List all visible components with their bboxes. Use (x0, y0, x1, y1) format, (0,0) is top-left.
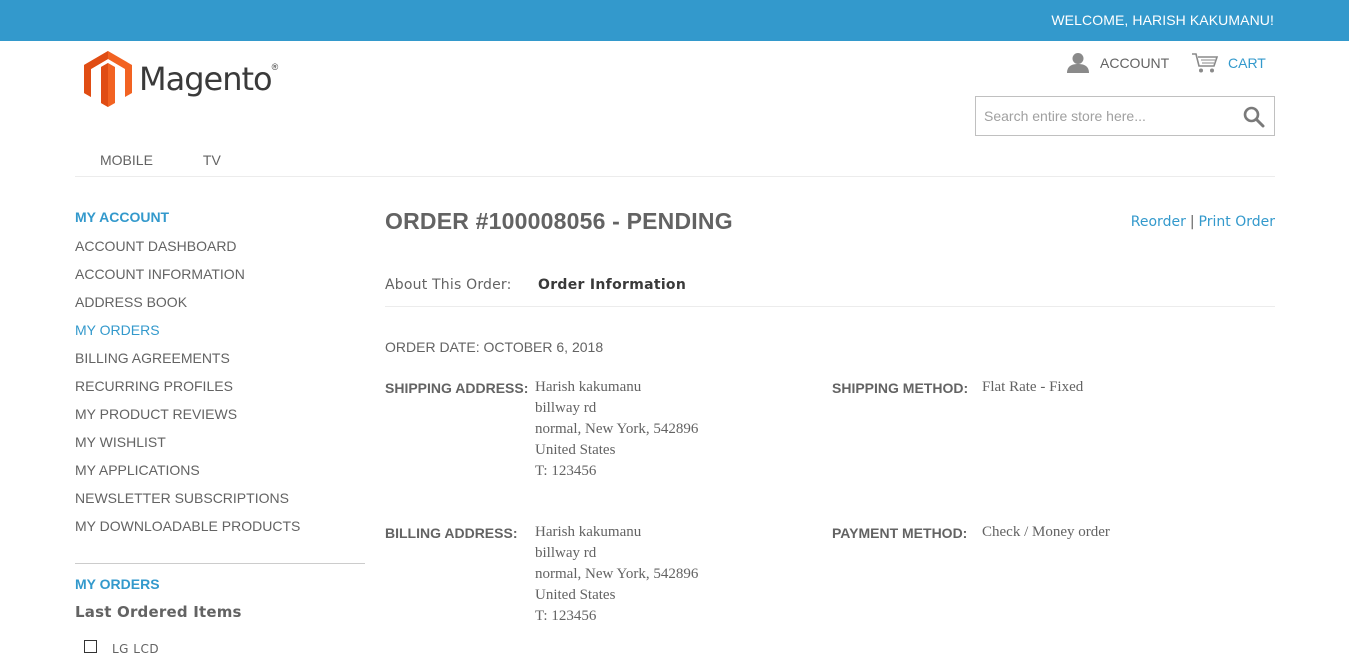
search-icon (1243, 106, 1265, 128)
sidebar-item-billing-agreements[interactable]: BILLING AGREEMENTS (75, 349, 365, 377)
sidebar-list: ACCOUNT DASHBOARD ACCOUNT INFORMATION AD… (75, 237, 365, 545)
nav-item-tv[interactable]: TV (178, 152, 246, 168)
last-ordered-item-name[interactable]: LG LCD (112, 642, 159, 654)
last-ordered-title: Last Ordered Items (75, 603, 242, 621)
magento-logo-icon (84, 51, 132, 107)
cart-label: CART (1228, 55, 1266, 71)
search-button[interactable] (1242, 105, 1266, 129)
billing-address-line: T: 123456 (535, 608, 597, 624)
search-input[interactable] (976, 97, 1236, 135)
billing-address-line: Harish kakumanu (535, 524, 642, 540)
billing-address: Harish kakumanu billway rd normal, New Y… (535, 522, 698, 627)
tab-divider (385, 306, 1275, 307)
order-date: ORDER DATE: OCTOBER 6, 2018 (385, 339, 604, 355)
sidebar-item-my-applications[interactable]: MY APPLICATIONS (75, 461, 365, 489)
order-actions: Reorder | Print Order (1131, 214, 1275, 230)
billing-address-line: normal, New York, 542896 (535, 566, 699, 582)
brand-name: Magento (139, 60, 273, 98)
shipping-address-line: United States (535, 442, 616, 458)
shipping-address: Harish kakumanu billway rd normal, New Y… (535, 377, 698, 482)
shipping-address-line: T: 123456 (535, 463, 597, 479)
user-icon (1067, 53, 1089, 73)
account-label: ACCOUNT (1100, 55, 1170, 71)
billing-address-line: billway rd (535, 545, 597, 561)
shipping-method-value: Flat Rate - Fixed (982, 379, 1084, 395)
tab-order-information[interactable]: Order Information (538, 277, 686, 293)
last-ordered-item-checkbox[interactable] (84, 640, 97, 653)
sidebar-item-newsletter-subscriptions[interactable]: NEWSLETTER SUBSCRIPTIONS (75, 489, 365, 517)
top-bar: WELCOME, HARISH KAKUMANU! (0, 0, 1349, 41)
page-title: ORDER #100008056 - PENDING (385, 208, 733, 234)
shipping-method-label: SHIPPING METHOD: (832, 380, 969, 396)
account-sidebar: MY ACCOUNT ACCOUNT DASHBOARD ACCOUNT INF… (75, 209, 365, 545)
my-orders-block-title: MY ORDERS (75, 576, 160, 592)
sidebar-item-my-orders[interactable]: MY ORDERS (75, 321, 365, 349)
shipping-address-label: SHIPPING ADDRESS: (385, 380, 529, 396)
search-box (975, 96, 1275, 136)
nav-item-mobile[interactable]: MOBILE (75, 152, 178, 168)
sidebar-title: MY ACCOUNT (75, 209, 170, 225)
account-link[interactable]: ACCOUNT (1066, 52, 1169, 74)
about-order-label: About This Order: (385, 277, 512, 293)
action-separator: | (1189, 214, 1195, 230)
payment-method-value: Check / Money order (982, 524, 1110, 540)
sidebar-item-account-dashboard[interactable]: ACCOUNT DASHBOARD (75, 237, 365, 265)
main-nav: MOBILE TV (75, 152, 246, 168)
nav-divider (75, 176, 1275, 177)
shipping-address-line: billway rd (535, 400, 597, 416)
sidebar-item-my-downloadable-products[interactable]: MY DOWNLOADABLE PRODUCTS (75, 517, 365, 545)
sidebar-divider (75, 563, 365, 564)
payment-method-label: PAYMENT METHOD: (832, 525, 968, 541)
billing-address-line: United States (535, 587, 616, 603)
cart-link[interactable]: CART (1191, 52, 1266, 74)
sidebar-item-my-wishlist[interactable]: MY WISHLIST (75, 433, 365, 461)
sidebar-item-my-product-reviews[interactable]: MY PRODUCT REVIEWS (75, 405, 365, 433)
sidebar-item-recurring-profiles[interactable]: RECURRING PROFILES (75, 377, 365, 405)
welcome-message: WELCOME, HARISH KAKUMANU! (1051, 12, 1274, 28)
brand-registered-mark: ® (271, 62, 279, 72)
store-logo[interactable]: Magento ® (83, 50, 278, 108)
sidebar-item-address-book[interactable]: ADDRESS BOOK (75, 293, 365, 321)
print-order-link[interactable]: Print Order (1199, 214, 1275, 230)
billing-address-label: BILLING ADDRESS: (385, 525, 518, 541)
shipping-address-line: Harish kakumanu (535, 379, 642, 395)
shipping-address-line: normal, New York, 542896 (535, 421, 699, 437)
reorder-link[interactable]: Reorder (1131, 214, 1186, 230)
sidebar-item-account-information[interactable]: ACCOUNT INFORMATION (75, 265, 365, 293)
last-ordered-item: LG LCD (84, 637, 159, 654)
cart-icon (1192, 53, 1219, 73)
